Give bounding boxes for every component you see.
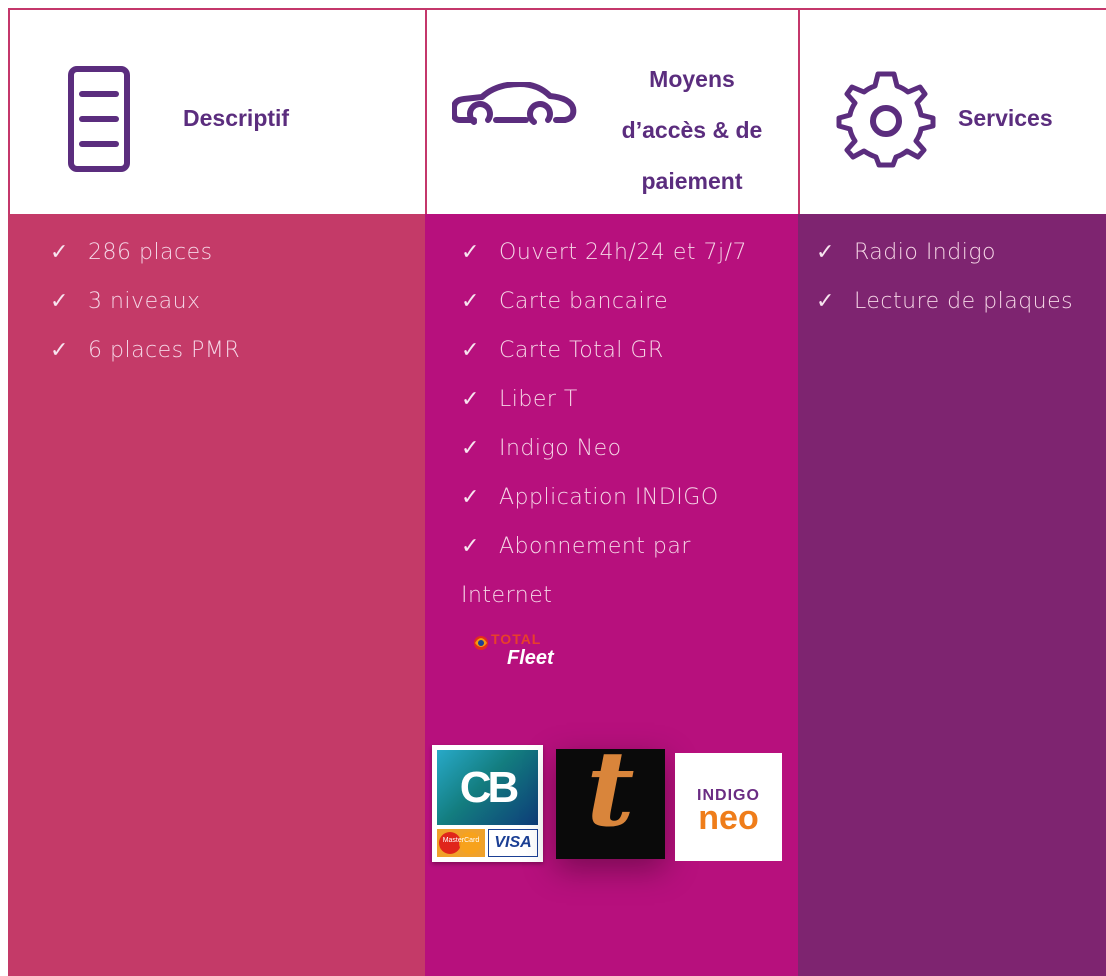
list-item: ✓ Radio Indigo (816, 228, 1073, 277)
header-title-moyens: Moyens d’accès & de paiement (612, 54, 772, 207)
descriptif-list: ✓ 286 places ✓ 3 niveaux ✓ 6 places PMR (50, 228, 240, 375)
cb-label: CB (459, 762, 520, 812)
list-item: ✓ 286 places (50, 228, 240, 277)
services-list: ✓ Radio Indigo ✓ Lecture de plaques (816, 228, 1073, 326)
header-title-line: paiement (641, 168, 743, 194)
check-icon: ✓ (816, 240, 835, 265)
list-item: ✓ Indigo Neo (461, 424, 747, 473)
check-icon: ✓ (50, 338, 69, 363)
cb-logo: CB MasterCard VISA (432, 745, 543, 862)
neo-text: neo (698, 799, 759, 837)
check-icon: ✓ (461, 485, 480, 510)
cb-card: CB (437, 750, 538, 825)
check-icon: ✓ (816, 289, 835, 314)
gear-icon (836, 71, 936, 168)
total-fleet-logo: TOTAL Fleet (471, 629, 591, 685)
header-services: Services (798, 8, 1106, 214)
check-icon: ✓ (461, 240, 480, 265)
header-title-descriptif: Descriptif (183, 105, 290, 131)
liber-t-logo: t (556, 737, 665, 859)
column-descriptif: ✓ 286 places ✓ 3 niveaux ✓ 6 places PMR (8, 214, 425, 976)
check-icon: ✓ (461, 289, 480, 314)
list-item: ✓ Lecture de plaques (816, 277, 1073, 326)
total-logo-text: TOTAL (491, 631, 542, 647)
header-title-line: d’accès & de (621, 117, 763, 143)
liber-t-letter: t (586, 727, 635, 850)
check-icon: ✓ (461, 534, 480, 559)
check-icon: ✓ (461, 436, 480, 461)
list-item: ✓ Liber T (461, 375, 747, 424)
car-icon (452, 82, 577, 125)
document-icon (68, 66, 130, 172)
list-item: ✓ Ouvert 24h/24 et 7j/7 (461, 228, 747, 277)
mastercard-logo: MasterCard (437, 829, 485, 857)
header-descriptif: Descriptif (8, 8, 425, 214)
header-moyens: Moyens d’accès & de paiement (425, 8, 798, 214)
list-item: ✓ Abonnement par Internet (461, 522, 731, 620)
check-icon: ✓ (50, 289, 69, 314)
header-title-services: Services (958, 105, 1053, 131)
header-title-line: Moyens (649, 66, 735, 92)
check-icon: ✓ (461, 387, 480, 412)
column-services: ✓ Radio Indigo ✓ Lecture de plaques (798, 214, 1106, 976)
list-item: ✓ Application INDIGO (461, 473, 747, 522)
list-item: ✓ Carte bancaire (461, 277, 747, 326)
visa-logo: VISA (488, 829, 538, 857)
check-icon: ✓ (461, 338, 480, 363)
fleet-logo-text: Fleet (507, 647, 554, 669)
list-item: ✓ 3 niveaux (50, 277, 240, 326)
list-item: ✓ Carte Total GR (461, 326, 747, 375)
moyens-list: ✓ Ouvert 24h/24 et 7j/7 ✓ Carte bancaire ✓… (461, 228, 747, 620)
list-item: ✓ 6 places PMR (50, 326, 240, 375)
check-icon: ✓ (50, 240, 69, 265)
indigo-neo-logo: INDIGO neo (675, 753, 782, 861)
